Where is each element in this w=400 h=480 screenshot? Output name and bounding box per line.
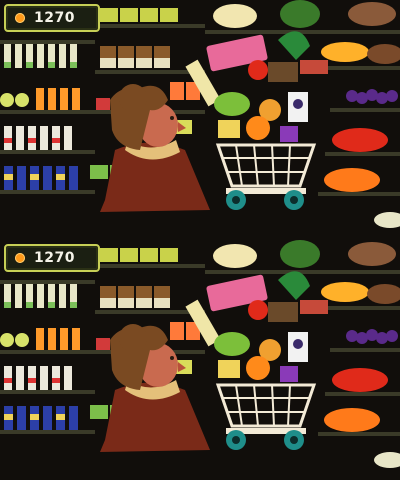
score-value: 1270 [34, 250, 75, 266]
game-panel-bottom[interactable]: 1270 [0, 240, 400, 480]
game-panel-top[interactable]: 1270 [0, 0, 400, 240]
coin-icon [15, 13, 25, 23]
supermarket-scene[interactable] [0, 0, 400, 240]
supermarket-scene[interactable] [0, 240, 400, 480]
score-counter: 1270 [4, 4, 100, 32]
score-counter: 1270 [4, 244, 100, 272]
coin-icon [15, 253, 25, 263]
score-value: 1270 [34, 10, 75, 26]
